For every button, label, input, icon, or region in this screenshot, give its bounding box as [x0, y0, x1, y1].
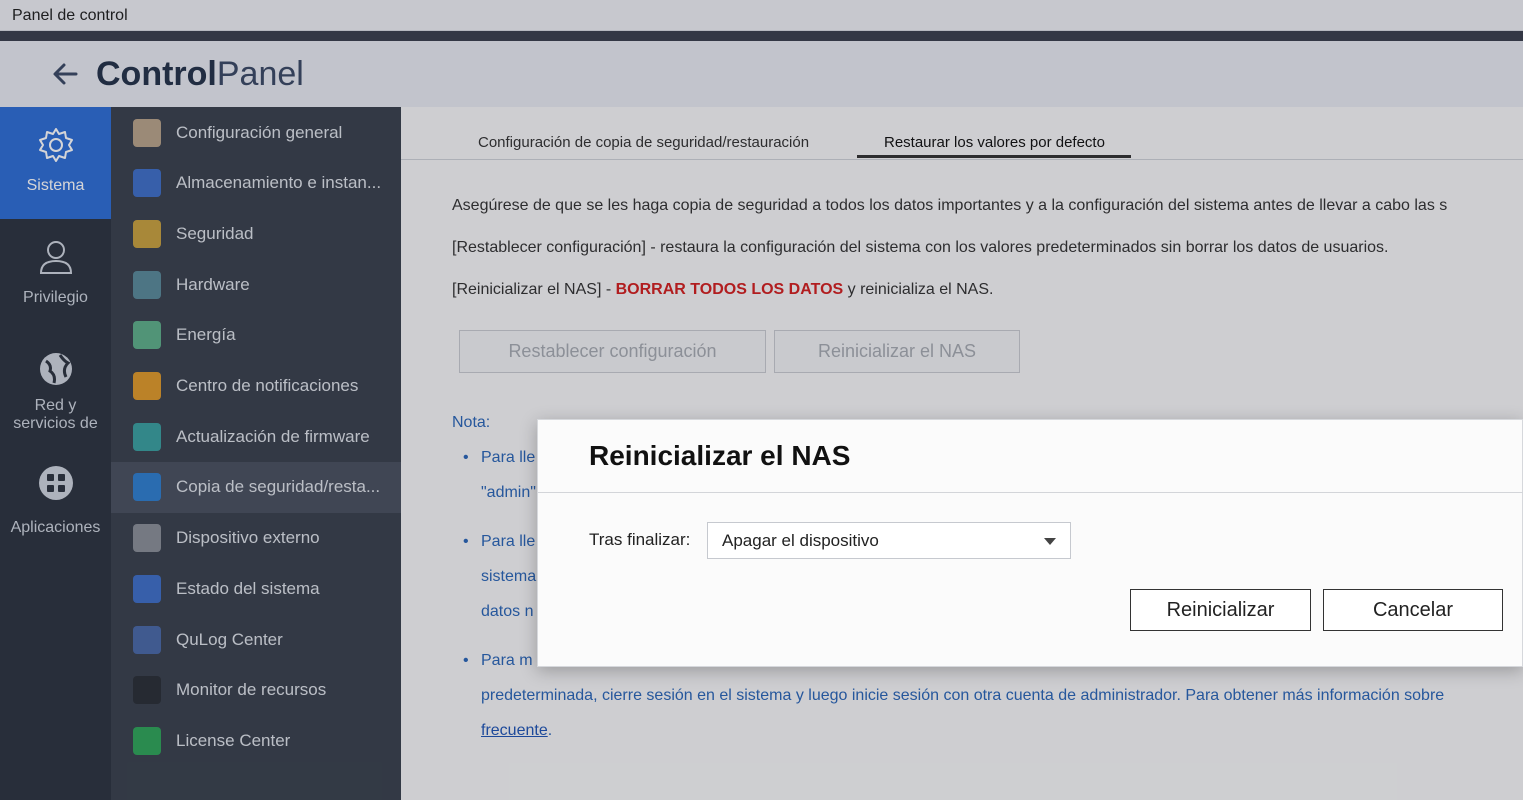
after-finish-select[interactable]: Apagar el dispositivo — [707, 522, 1071, 559]
modal-overlay — [0, 0, 1523, 800]
reinitialize-dialog: Reinicializar el NAS Tras finalizar: Apa… — [537, 419, 1523, 667]
reinitialize-confirm-button[interactable]: Reinicializar — [1130, 589, 1311, 631]
chevron-down-icon — [1044, 538, 1056, 545]
cancel-button[interactable]: Cancelar — [1323, 589, 1503, 631]
dialog-divider — [538, 492, 1523, 493]
dialog-title: Reinicializar el NAS — [589, 440, 851, 471]
select-value: Apagar el dispositivo — [722, 530, 879, 550]
after-finish-label: Tras finalizar: — [589, 530, 691, 549]
